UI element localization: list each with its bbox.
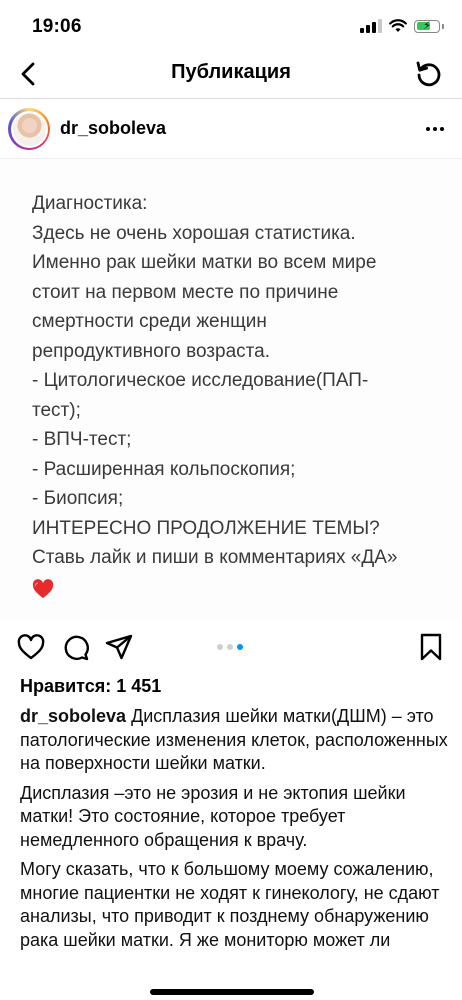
post-caption: dr_soboleva Дисплазия шейки матки(ДШМ) –… — [20, 705, 450, 958]
battery-cap — [442, 23, 444, 29]
post-image[interactable]: Диагностика: Здесь не очень хорошая стат… — [0, 159, 462, 621]
share-icon[interactable] — [104, 632, 134, 662]
bookmark-icon[interactable] — [416, 632, 446, 662]
carousel-indicator — [217, 644, 243, 650]
image-text-line: Ставь лайк и пиши в комментариях «ДА» — [32, 547, 398, 568]
wifi-icon — [389, 19, 407, 32]
home-indicator[interactable] — [150, 989, 314, 995]
caption-username[interactable]: dr_soboleva — [20, 706, 126, 726]
status-time: 19:06 — [32, 16, 82, 37]
comment-icon[interactable] — [60, 632, 90, 662]
image-text-line: - ВПЧ-тест; — [32, 429, 132, 450]
caption-paragraph: Могу сказать, что к большому моему сожал… — [20, 859, 440, 950]
navigation-bar: Публикация — [0, 52, 462, 96]
refresh-icon[interactable] — [412, 58, 444, 90]
image-text-line: смертности среди женщин — [32, 311, 267, 332]
image-text-line: - Биопсия; — [32, 488, 124, 509]
image-text-line: - Цитологическое исследование(ПАП- — [32, 370, 369, 391]
image-text-line: стоит на первом месте по причине — [32, 281, 339, 303]
page-title: Публикация — [171, 61, 291, 83]
cellular-signal-icon — [360, 19, 382, 33]
carousel-dot — [217, 644, 223, 650]
image-text-line: Здесь не очень хорошая статистика. — [32, 222, 356, 244]
post-username[interactable]: dr_soboleva — [60, 118, 166, 139]
status-icons: ⚡ — [360, 19, 444, 33]
avatar[interactable] — [8, 108, 50, 150]
caption-paragraph: dr_soboleva Дисплазия шейки матки(ДШМ) –… — [20, 705, 450, 776]
likes-count[interactable]: Нравится: 1 451 — [20, 676, 161, 697]
image-text-line: ИНТЕРЕСНО ПРОДОЛЖЕНИЕ ТЕМЫ? — [32, 517, 380, 539]
carousel-dot — [227, 644, 233, 650]
image-text-line: Диагностика: — [32, 193, 148, 214]
image-text-line: тест); — [32, 399, 81, 421]
header-divider — [0, 98, 462, 99]
status-bar: 19:06 ⚡ — [0, 0, 462, 52]
post-header: dr_soboleva — [0, 100, 462, 158]
image-text-line: - Расширенная кольпоскопия; — [32, 458, 296, 480]
red-heart-emoji — [32, 578, 54, 598]
post-image-text: Диагностика: Здесь не очень хорошая стат… — [32, 189, 442, 608]
post-actions — [0, 626, 462, 668]
more-dots-icon[interactable] — [426, 124, 448, 134]
carousel-dot-active — [237, 644, 243, 650]
caption-paragraph: Дисплазия –это не эрозия и не эктопия ше… — [20, 782, 406, 850]
image-text-line: репродуктивного возраста. — [32, 340, 270, 362]
heart-icon[interactable] — [16, 632, 46, 662]
image-text-line: Именно рак шейки матки во всем мире — [32, 252, 377, 273]
battery-charging-icon: ⚡ — [414, 19, 440, 33]
